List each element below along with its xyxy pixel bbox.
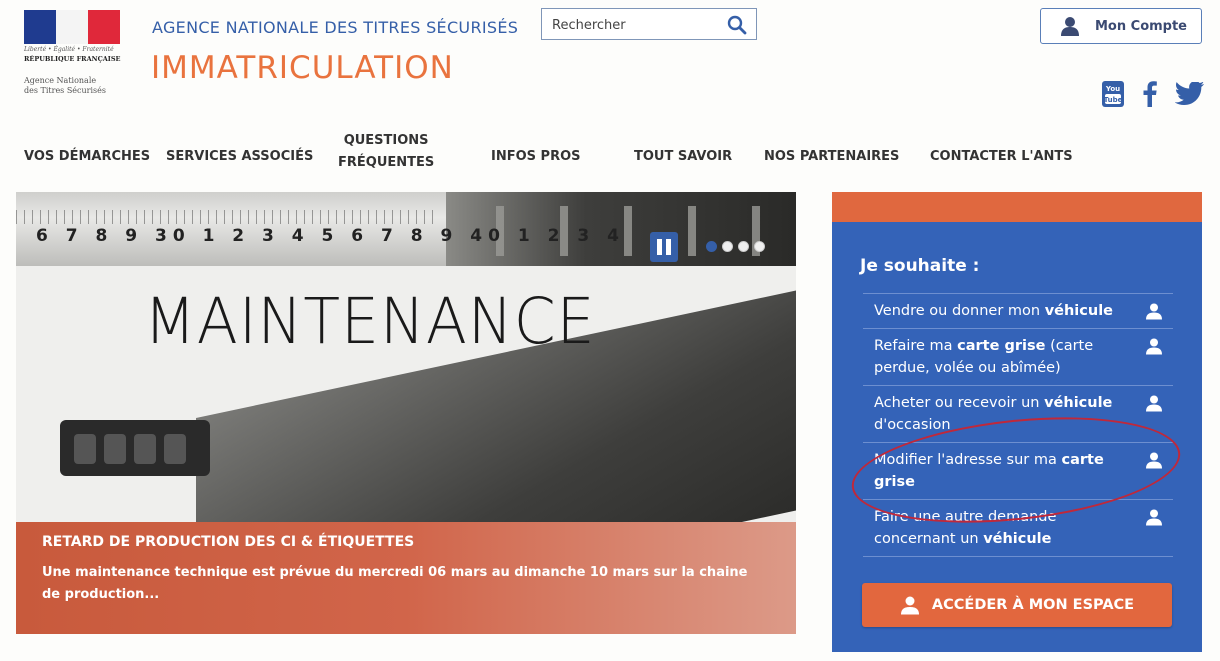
user-icon (1146, 509, 1162, 526)
hero-caption[interactable]: RETARD DE PRODUCTION DES CI & ÉTIQUETTES… (16, 522, 796, 634)
youtube-icon: You Tube (1102, 81, 1124, 107)
search-icon[interactable] (726, 14, 748, 36)
slider-dot-2[interactable] (722, 241, 733, 252)
search-box (541, 8, 757, 40)
logo-republic: RÉPUBLIQUE FRANÇAISE (24, 55, 121, 63)
youtube-link[interactable]: You Tube (1098, 80, 1128, 108)
svg-text:Tube: Tube (1104, 96, 1123, 104)
nav-questions-line2: FRÉQUENTES (338, 155, 435, 170)
acceder-mon-espace-button[interactable]: ACCÉDER À MON ESPACE (862, 583, 1172, 627)
logo-motto: Liberté • Égalité • Fraternité (24, 46, 114, 53)
hero-rollers-image (60, 420, 210, 476)
nav-contacter[interactable]: CONTACTER L'ANTS (930, 146, 1073, 168)
panel-item-vendre[interactable]: Vendre ou donner mon véhicule (863, 293, 1173, 328)
nav-tout-savoir[interactable]: TOUT SAVOIR (634, 146, 732, 168)
republique-francaise-logo[interactable]: Liberté • Égalité • Fraternité RÉPUBLIQU… (20, 10, 124, 108)
nav-services-associes[interactable]: SERVICES ASSOCIÉS (166, 146, 313, 168)
caption-title: RETARD DE PRODUCTION DES CI & ÉTIQUETTES (42, 534, 415, 550)
slider-dot-3[interactable] (738, 241, 749, 252)
nav-questions-frequentes[interactable]: QUESTIONS FRÉQUENTES (338, 130, 434, 174)
user-icon (1146, 303, 1162, 320)
account-button[interactable]: Mon Compte (1040, 8, 1202, 44)
panel-item-refaire-carte-grise[interactable]: Refaire ma carte grise (carte perdue, vo… (863, 328, 1173, 385)
nav-questions-line1: QUESTIONS (343, 133, 429, 148)
maintenance-heading: MAINTENANCE (144, 285, 596, 359)
nav-vos-demarches[interactable]: VOS DÉMARCHES (24, 146, 150, 168)
caption-body: Une maintenance technique est prévue du … (42, 565, 748, 602)
site-subtitle: AGENCE NATIONALE DES TITRES SÉCURISÉS (152, 18, 519, 37)
acceder-mon-espace-label: ACCÉDER À MON ESPACE (931, 597, 1135, 613)
pause-icon[interactable] (650, 232, 678, 262)
panel-top-bar (832, 192, 1202, 222)
slider-dot-4[interactable] (754, 241, 765, 252)
page: Liberté • Égalité • Fraternité RÉPUBLIQU… (0, 0, 1220, 661)
site-title[interactable]: IMMATRICULATION (151, 50, 454, 86)
hero-ruler-image: 6 7 8 9 30 1 2 3 4 5 6 7 8 9 40 1 2 3 4 (16, 192, 796, 266)
hero-slider[interactable]: 6 7 8 9 30 1 2 3 4 5 6 7 8 9 40 1 2 3 4 … (16, 192, 796, 634)
twitter-link[interactable] (1174, 80, 1206, 108)
user-icon (1146, 338, 1162, 355)
user-icon (1061, 17, 1079, 36)
search-input[interactable] (550, 13, 714, 37)
user-icon (1146, 452, 1162, 469)
user-icon (900, 596, 919, 615)
panel-list: Vendre ou donner mon véhicule Refaire ma… (863, 293, 1173, 557)
logo-agency: Agence Nationale des Titres Sécurisés (24, 76, 106, 95)
ruler-numbers: 6 7 8 9 30 1 2 3 4 5 6 7 8 9 40 1 2 3 4 (36, 226, 625, 246)
nav-nos-partenaires[interactable]: NOS PARTENAIRES (764, 146, 899, 168)
slider-dots (706, 241, 765, 252)
account-label: Mon Compte (1095, 18, 1188, 34)
nav-infos-pros[interactable]: INFOS PROS (491, 146, 581, 168)
user-icon (1146, 395, 1162, 412)
panel-title: Je souhaite : (860, 256, 980, 276)
facebook-link[interactable] (1138, 80, 1162, 108)
panel-item-modifier-adresse[interactable]: Modifier l'adresse sur ma carte grise (863, 442, 1173, 499)
panel-item-autre-demande[interactable]: Faire une autre demande concernant un vé… (863, 499, 1173, 557)
svg-text:You: You (1105, 85, 1120, 93)
marianne-flag-icon (24, 10, 120, 44)
facebook-icon (1143, 81, 1157, 107)
twitter-icon (1175, 82, 1205, 105)
panel-item-acheter[interactable]: Acheter ou recevoir un véhicule d'occasi… (863, 385, 1173, 442)
slider-dot-1[interactable] (706, 241, 717, 252)
